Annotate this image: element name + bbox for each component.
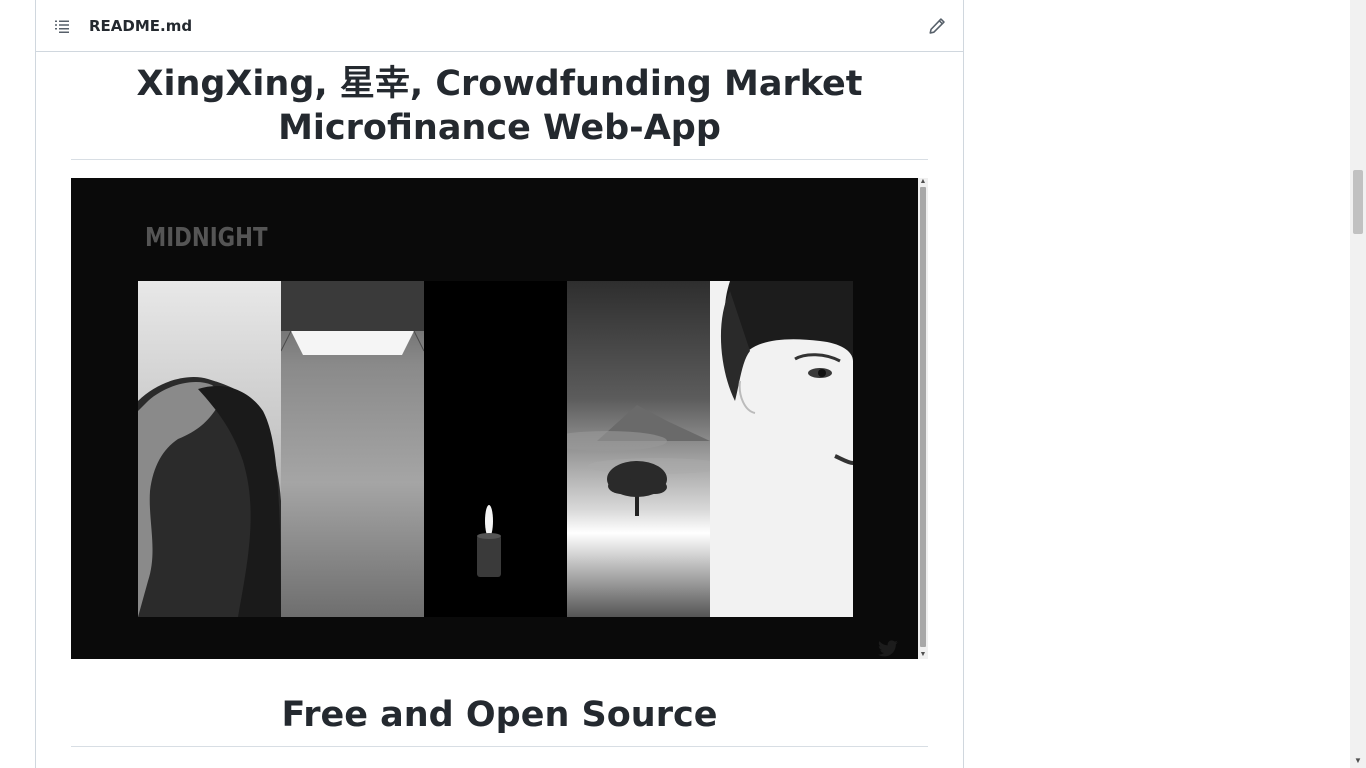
- readme-container: README.md XingXing, 星幸, Crowdfunding Mar…: [35, 0, 964, 768]
- scroll-down-arrow-icon[interactable]: ▼: [918, 651, 928, 659]
- panel-ceiling-light: [281, 281, 424, 617]
- photo-panels: [138, 281, 853, 617]
- scroll-up-arrow-icon[interactable]: ▲: [918, 178, 928, 186]
- page-scroll-thumb[interactable]: [1353, 170, 1363, 234]
- title-line-1: XingXing, 星幸, Crowdfunding Market: [136, 64, 863, 104]
- panel-mountain-tree: [567, 281, 710, 617]
- panel-woman-face: [710, 281, 853, 617]
- readme-title: XingXing, 星幸, Crowdfunding Market Microf…: [71, 62, 928, 150]
- section-divider: [71, 746, 928, 747]
- preview-scrollbar[interactable]: ▲ ▼: [918, 178, 928, 659]
- readme-header: README.md: [36, 0, 963, 52]
- panel-woman-profile: [138, 281, 281, 617]
- page-scrollbar[interactable]: ▼: [1350, 0, 1366, 768]
- section-heading-free-open-source: Free and Open Source: [281, 695, 718, 735]
- pencil-icon[interactable]: [928, 17, 946, 35]
- twitter-icon[interactable]: [877, 640, 899, 658]
- preview-scroll-thumb[interactable]: [920, 187, 926, 647]
- list-unordered-icon[interactable]: [54, 18, 70, 34]
- panel-candle: [424, 281, 567, 617]
- preview-image: MIDNIGHT: [71, 178, 918, 659]
- readme-filename[interactable]: README.md: [89, 16, 192, 36]
- title-line-2: Microfinance Web-App: [278, 108, 721, 148]
- page: README.md XingXing, 星幸, Crowdfunding Mar…: [0, 0, 1366, 768]
- page-scroll-down-arrow-icon[interactable]: ▼: [1350, 754, 1366, 768]
- heading-divider: [71, 159, 928, 160]
- brand-logo: MIDNIGHT: [145, 223, 268, 253]
